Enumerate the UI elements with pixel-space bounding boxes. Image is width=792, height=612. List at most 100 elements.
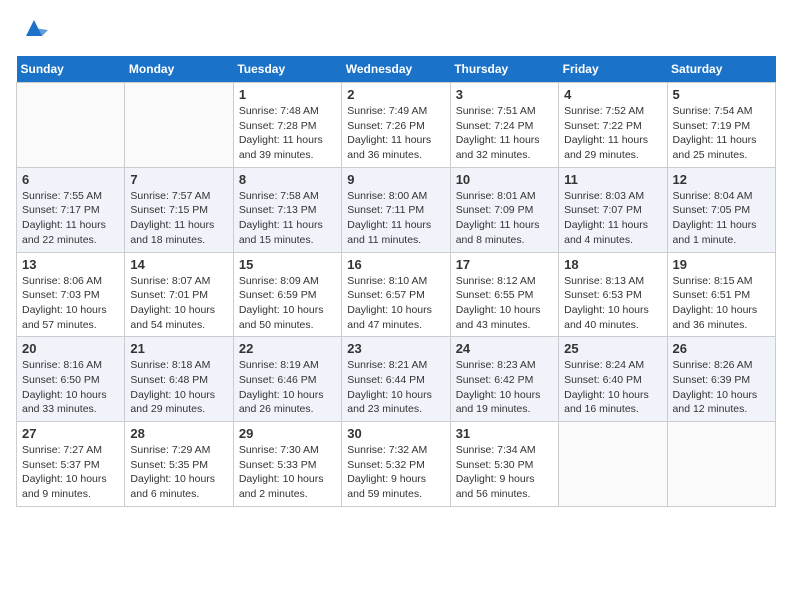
calendar-table: SundayMondayTuesdayWednesdayThursdayFrid… xyxy=(16,56,776,507)
day-number: 27 xyxy=(22,426,119,441)
day-number: 21 xyxy=(130,341,227,356)
calendar-cell: 16 Sunrise: 8:10 AMSunset: 6:57 PMDayligh… xyxy=(342,252,450,337)
calendar-cell: 2Sunrise: 7:49 AMSunset: 7:26 PMDaylight… xyxy=(342,83,450,168)
day-number: 14 xyxy=(130,257,227,272)
day-number: 9 xyxy=(347,172,444,187)
calendar-cell: 18 Sunrise: 8:13 AMSunset: 6:53 PMDayligh… xyxy=(559,252,667,337)
day-number: 10 xyxy=(456,172,553,187)
day-number: 1 xyxy=(239,87,336,102)
weekday-header-friday: Friday xyxy=(559,56,667,83)
day-info: Sunrise: 7:54 AMSunset: 7:19 PMDaylight:… xyxy=(673,104,770,163)
calendar-cell: 24Sunrise: 8:23 AMSunset: 6:42 PMDayligh… xyxy=(450,337,558,422)
day-info: Sunrise: 7:27 AMSunset: 5:37 PMDaylight:… xyxy=(22,443,119,502)
calendar-cell xyxy=(559,422,667,507)
day-info: Sunrise: 7:30 AMSunset: 5:33 PMDaylight:… xyxy=(239,443,336,502)
day-number: 16 xyxy=(347,257,444,272)
calendar-cell: 13Sunrise: 8:06 AMSunset: 7:03 PMDayligh… xyxy=(17,252,125,337)
calendar-cell: 25 Sunrise: 8:24 AMSunset: 6:40 PMDayligh… xyxy=(559,337,667,422)
day-info: Sunrise: 8:23 AMSunset: 6:42 PMDaylight:… xyxy=(456,358,553,417)
day-info: Sunrise: 8:12 AMSunset: 6:55 PMDaylight:… xyxy=(456,274,553,333)
weekday-header-saturday: Saturday xyxy=(667,56,775,83)
day-info: Sunrise: 8:04 AMSunset: 7:05 PMDaylight:… xyxy=(673,189,770,248)
calendar-cell: 30 Sunrise: 7:32 AMSunset: 5:32 PMDayligh… xyxy=(342,422,450,507)
day-number: 30 xyxy=(347,426,444,441)
day-number: 12 xyxy=(673,172,770,187)
calendar-week-row: 6 Sunrise: 7:55 AMSunset: 7:17 PMDaylight… xyxy=(17,167,776,252)
calendar-cell: 17 Sunrise: 8:12 AMSunset: 6:55 PMDayligh… xyxy=(450,252,558,337)
day-number: 22 xyxy=(239,341,336,356)
day-info: Sunrise: 8:13 AMSunset: 6:53 PMDaylight:… xyxy=(564,274,661,333)
day-number: 7 xyxy=(130,172,227,187)
day-number: 13 xyxy=(22,257,119,272)
day-info: Sunrise: 7:55 AMSunset: 7:17 PMDaylight:… xyxy=(22,189,119,248)
day-number: 15 xyxy=(239,257,336,272)
day-info: Sunrise: 8:00 AMSunset: 7:11 PMDaylight:… xyxy=(347,189,444,248)
weekday-header-tuesday: Tuesday xyxy=(233,56,341,83)
calendar-cell xyxy=(667,422,775,507)
calendar-cell xyxy=(17,83,125,168)
day-number: 18 xyxy=(564,257,661,272)
day-number: 23 xyxy=(347,341,444,356)
day-info: Sunrise: 8:07 AMSunset: 7:01 PMDaylight:… xyxy=(130,274,227,333)
day-info: Sunrise: 8:10 AMSunset: 6:57 PMDaylight:… xyxy=(347,274,444,333)
day-info: Sunrise: 8:15 AMSunset: 6:51 PMDaylight:… xyxy=(673,274,770,333)
calendar-cell: 29 Sunrise: 7:30 AMSunset: 5:33 PMDayligh… xyxy=(233,422,341,507)
calendar-cell xyxy=(125,83,233,168)
day-info: Sunrise: 7:48 AMSunset: 7:28 PMDaylight:… xyxy=(239,104,336,163)
day-number: 25 xyxy=(564,341,661,356)
day-number: 20 xyxy=(22,341,119,356)
calendar-cell: 12 Sunrise: 8:04 AMSunset: 7:05 PMDayligh… xyxy=(667,167,775,252)
weekday-header-row: SundayMondayTuesdayWednesdayThursdayFrid… xyxy=(17,56,776,83)
day-number: 11 xyxy=(564,172,661,187)
logo-icon xyxy=(20,16,48,44)
day-info: Sunrise: 7:57 AMSunset: 7:15 PMDaylight:… xyxy=(130,189,227,248)
day-info: Sunrise: 7:52 AMSunset: 7:22 PMDaylight:… xyxy=(564,104,661,163)
day-info: Sunrise: 8:21 AMSunset: 6:44 PMDaylight:… xyxy=(347,358,444,417)
calendar-cell: 5 Sunrise: 7:54 AMSunset: 7:19 PMDaylight… xyxy=(667,83,775,168)
day-info: Sunrise: 8:03 AMSunset: 7:07 PMDaylight:… xyxy=(564,189,661,248)
calendar-cell: 3Sunrise: 7:51 AMSunset: 7:24 PMDaylight… xyxy=(450,83,558,168)
calendar-cell: 21Sunrise: 8:18 AMSunset: 6:48 PMDayligh… xyxy=(125,337,233,422)
calendar-cell: 26 Sunrise: 8:26 AMSunset: 6:39 PMDayligh… xyxy=(667,337,775,422)
day-number: 8 xyxy=(239,172,336,187)
day-info: Sunrise: 8:24 AMSunset: 6:40 PMDaylight:… xyxy=(564,358,661,417)
calendar-cell: 19Sunrise: 8:15 AMSunset: 6:51 PMDayligh… xyxy=(667,252,775,337)
calendar-cell: 31 Sunrise: 7:34 AMSunset: 5:30 PMDayligh… xyxy=(450,422,558,507)
calendar-cell: 15Sunrise: 8:09 AMSunset: 6:59 PMDayligh… xyxy=(233,252,341,337)
calendar-cell: 20 Sunrise: 8:16 AMSunset: 6:50 PMDayligh… xyxy=(17,337,125,422)
calendar-week-row: 1 Sunrise: 7:48 AMSunset: 7:28 PMDaylight… xyxy=(17,83,776,168)
day-number: 5 xyxy=(673,87,770,102)
calendar-cell: 23 Sunrise: 8:21 AMSunset: 6:44 PMDayligh… xyxy=(342,337,450,422)
day-number: 29 xyxy=(239,426,336,441)
weekday-header-thursday: Thursday xyxy=(450,56,558,83)
day-info: Sunrise: 7:32 AMSunset: 5:32 PMDaylight:… xyxy=(347,443,444,502)
day-info: Sunrise: 8:01 AMSunset: 7:09 PMDaylight:… xyxy=(456,189,553,248)
calendar-week-row: 13Sunrise: 8:06 AMSunset: 7:03 PMDayligh… xyxy=(17,252,776,337)
day-number: 31 xyxy=(456,426,553,441)
day-info: Sunrise: 8:26 AMSunset: 6:39 PMDaylight:… xyxy=(673,358,770,417)
day-info: Sunrise: 7:49 AMSunset: 7:26 PMDaylight:… xyxy=(347,104,444,163)
calendar-week-row: 27 Sunrise: 7:27 AMSunset: 5:37 PMDayligh… xyxy=(17,422,776,507)
calendar-cell: 8Sunrise: 7:58 AMSunset: 7:13 PMDaylight… xyxy=(233,167,341,252)
day-info: Sunrise: 8:16 AMSunset: 6:50 PMDaylight:… xyxy=(22,358,119,417)
calendar-cell: 9 Sunrise: 8:00 AMSunset: 7:11 PMDaylight… xyxy=(342,167,450,252)
calendar-cell: 6 Sunrise: 7:55 AMSunset: 7:17 PMDaylight… xyxy=(17,167,125,252)
day-info: Sunrise: 7:51 AMSunset: 7:24 PMDaylight:… xyxy=(456,104,553,163)
weekday-header-sunday: Sunday xyxy=(17,56,125,83)
calendar-cell: 1 Sunrise: 7:48 AMSunset: 7:28 PMDaylight… xyxy=(233,83,341,168)
day-number: 4 xyxy=(564,87,661,102)
calendar-cell: 4 Sunrise: 7:52 AMSunset: 7:22 PMDaylight… xyxy=(559,83,667,168)
day-number: 6 xyxy=(22,172,119,187)
weekday-header-monday: Monday xyxy=(125,56,233,83)
calendar-cell: 7 Sunrise: 7:57 AMSunset: 7:15 PMDaylight… xyxy=(125,167,233,252)
day-number: 28 xyxy=(130,426,227,441)
day-number: 17 xyxy=(456,257,553,272)
calendar-week-row: 20 Sunrise: 8:16 AMSunset: 6:50 PMDayligh… xyxy=(17,337,776,422)
calendar-cell: 11 Sunrise: 8:03 AMSunset: 7:07 PMDayligh… xyxy=(559,167,667,252)
calendar-cell: 14 Sunrise: 8:07 AMSunset: 7:01 PMDayligh… xyxy=(125,252,233,337)
day-info: Sunrise: 7:34 AMSunset: 5:30 PMDaylight:… xyxy=(456,443,553,502)
calendar-cell: 28Sunrise: 7:29 AMSunset: 5:35 PMDayligh… xyxy=(125,422,233,507)
calendar-cell: 27 Sunrise: 7:27 AMSunset: 5:37 PMDayligh… xyxy=(17,422,125,507)
day-number: 26 xyxy=(673,341,770,356)
logo xyxy=(16,16,48,44)
